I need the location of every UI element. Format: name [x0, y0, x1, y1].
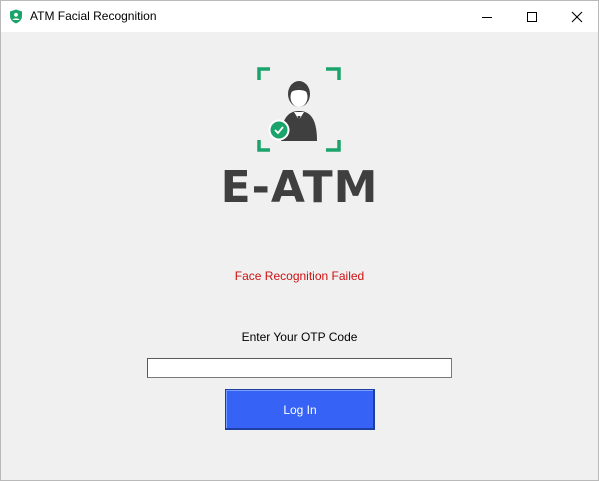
close-icon — [571, 11, 583, 22]
minimize-icon — [482, 16, 492, 18]
maximize-button[interactable] — [509, 1, 555, 32]
login-button[interactable]: Log In — [225, 389, 375, 430]
minimize-button[interactable] — [464, 1, 510, 32]
close-button[interactable] — [554, 1, 599, 32]
app-window: ATM Facial Recognition E-ATM Face Recogn… — [0, 0, 599, 481]
face-scan-user-icon — [255, 66, 345, 156]
window-title: ATM Facial Recognition — [30, 9, 157, 23]
brand-logo-text: E-ATM — [220, 162, 379, 213]
title-bar[interactable]: ATM Facial Recognition — [1, 1, 598, 32]
shield-person-icon — [9, 9, 23, 24]
otp-input[interactable] — [147, 358, 452, 378]
otp-label: Enter Your OTP Code — [241, 330, 358, 344]
status-message: Face Recognition Failed — [234, 269, 365, 283]
maximize-icon — [527, 11, 537, 22]
